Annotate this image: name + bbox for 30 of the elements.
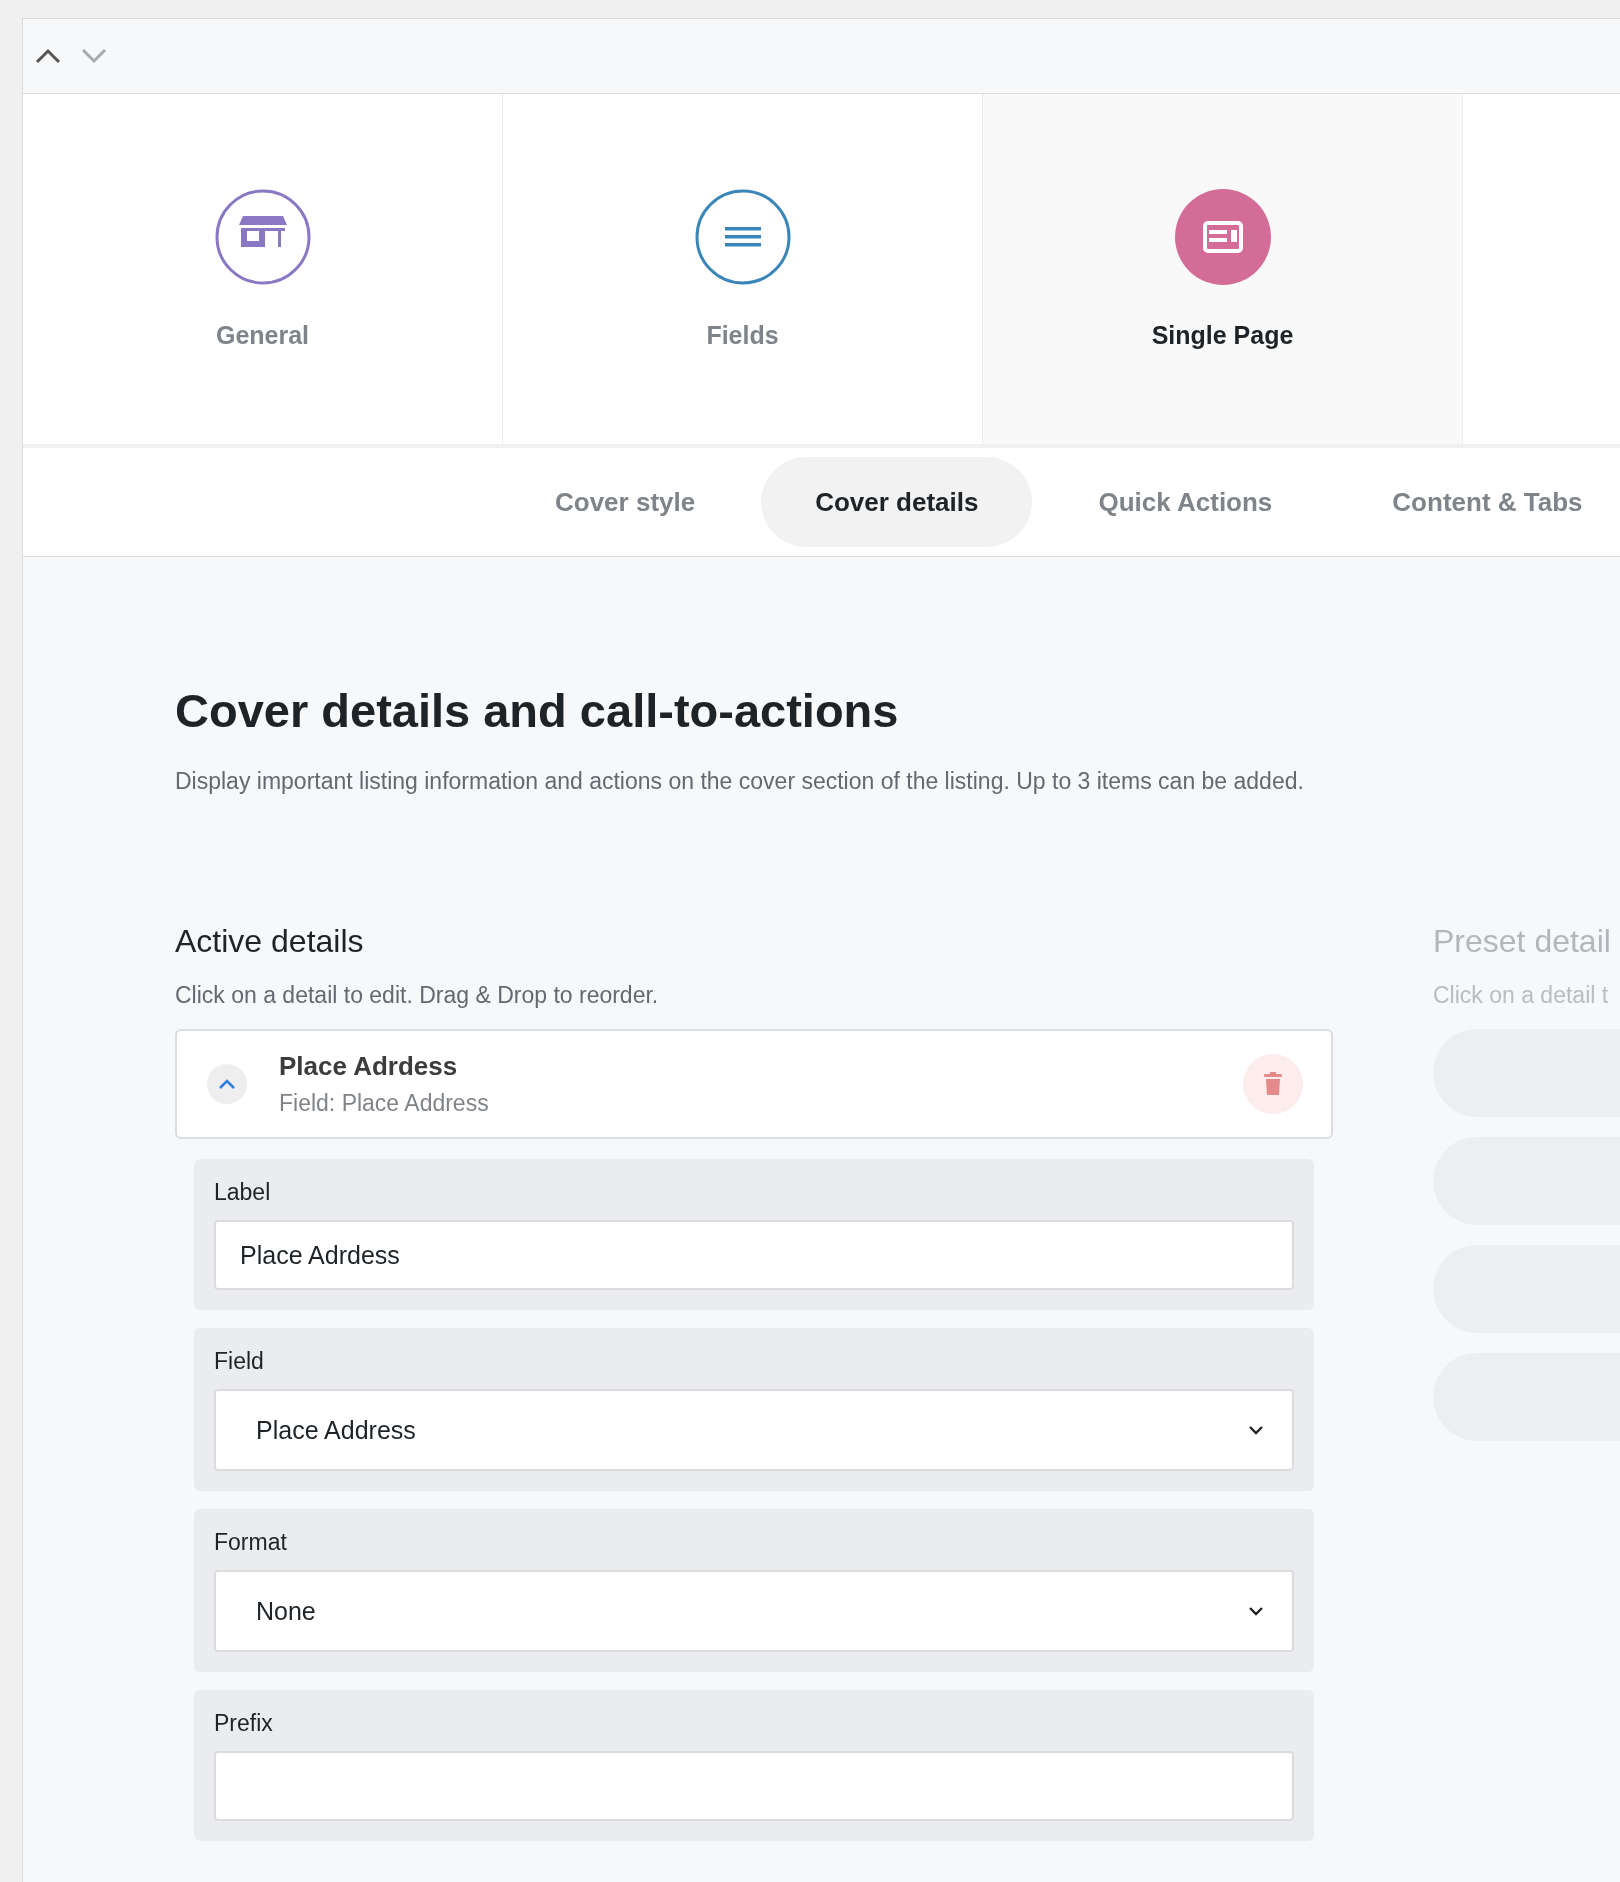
section-hint: Click on a detail to edit. Drag & Drop to reorder. bbox=[175, 982, 660, 1009]
section-heading: Active details bbox=[175, 923, 365, 960]
chevron-down-icon bbox=[1248, 1606, 1264, 1616]
page-description: Display important listing information and actions on the cover section of the listing. Up to 3 items can be added. bbox=[175, 768, 1305, 795]
collapse-button[interactable] bbox=[207, 1064, 247, 1104]
chevron-down-icon bbox=[1248, 1425, 1264, 1435]
detail-card[interactable]: Place Adrdess Field: Place Address bbox=[175, 1029, 1333, 1139]
trash-icon bbox=[1263, 1072, 1283, 1096]
field-label: Label bbox=[214, 1179, 272, 1206]
move-up-icon[interactable] bbox=[35, 48, 61, 64]
detail-subtitle: Field: Place Address bbox=[279, 1090, 490, 1117]
text-input[interactable]: Place Adrdess bbox=[214, 1220, 1294, 1290]
section-tab[interactable]: Cover details bbox=[761, 457, 1033, 547]
select-dropdown[interactable]: Place Address bbox=[214, 1389, 1294, 1471]
select-dropdown[interactable]: None bbox=[214, 1570, 1294, 1652]
step-tab[interactable]: Single Page bbox=[983, 94, 1463, 444]
section-tab[interactable]: Cover style bbox=[501, 457, 750, 547]
step-tab[interactable]: Fields bbox=[503, 94, 983, 444]
field-label: Field bbox=[214, 1348, 265, 1375]
detail-title: Place Adrdess bbox=[279, 1051, 459, 1082]
page-heading: Cover details and call-to-actions bbox=[175, 683, 900, 738]
text-input[interactable] bbox=[214, 1751, 1294, 1821]
field-label: Prefix bbox=[214, 1710, 274, 1737]
section-tab[interactable]: Quick Actions bbox=[1044, 457, 1327, 547]
section-tab[interactable]: Content & Tabs bbox=[1338, 457, 1620, 547]
field-label: Format bbox=[214, 1529, 288, 1556]
chevron-up-icon bbox=[218, 1078, 236, 1090]
section-heading: Preset detail bbox=[1433, 923, 1612, 960]
section-hint: Click on a detail t bbox=[1433, 982, 1610, 1009]
step-tab[interactable]: General bbox=[23, 94, 503, 444]
